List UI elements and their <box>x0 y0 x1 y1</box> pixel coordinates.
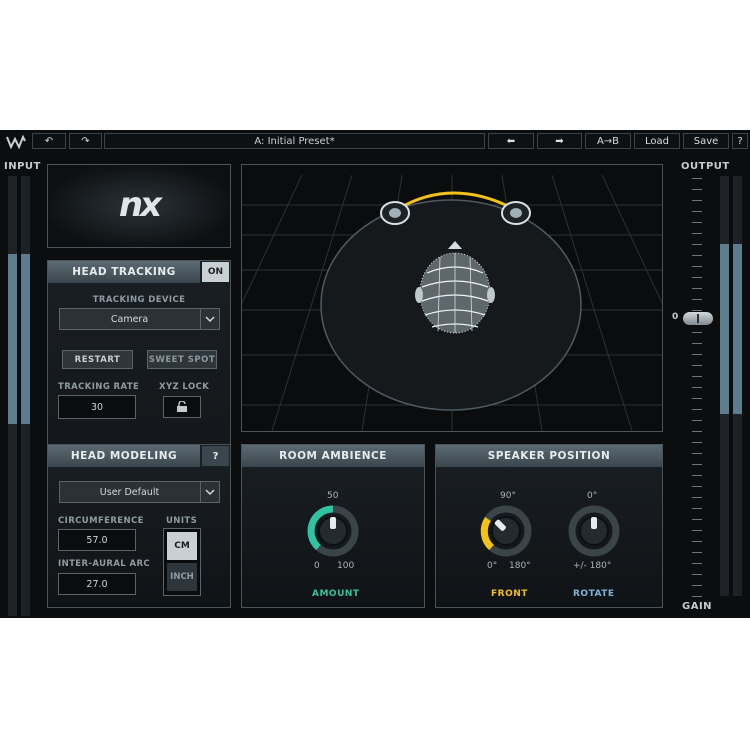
gain-value: 0 <box>672 312 679 322</box>
input-meter-right-fill <box>21 254 30 424</box>
circumference-field[interactable]: 57.0 <box>58 529 136 551</box>
front-top-label: 90° <box>500 491 516 501</box>
inter-aural-arc-label: INTER-AURAL ARC <box>58 559 151 569</box>
output-meter-right <box>733 176 742 596</box>
units-toggle: CM INCH <box>163 528 201 596</box>
chevron-down-icon <box>200 309 219 329</box>
ab-compare-button[interactable]: A→B <box>585 133 631 149</box>
output-meter-left-fill <box>720 244 729 414</box>
rotate-knob[interactable] <box>566 503 622 559</box>
ambience-max-label: 100 <box>337 561 355 571</box>
front-min-label: 0° <box>487 561 498 571</box>
input-meter-left-fill <box>8 254 17 424</box>
gain-label: GAIN <box>682 601 713 612</box>
redo-icon: ↷ <box>81 135 90 147</box>
units-label: UNITS <box>166 516 198 526</box>
chevron-down-icon <box>200 482 219 502</box>
head-modeling-title: HEAD MODELING <box>70 450 178 462</box>
rotate-top-label: 0° <box>587 491 598 501</box>
room-ambience-title: ROOM AMBIENCE <box>279 450 387 462</box>
input-meter-left <box>8 176 17 616</box>
unit-inch-button[interactable]: INCH <box>167 563 197 591</box>
save-button[interactable]: Save <box>683 133 729 149</box>
ambience-amount-caption: AMOUNT <box>312 589 360 599</box>
ambience-knob[interactable] <box>305 503 361 559</box>
help-button[interactable]: ? <box>732 133 748 149</box>
head-model-value: User Default <box>99 486 160 498</box>
head-tracking-title: HEAD TRACKING <box>72 266 176 278</box>
head-modeling-help-button[interactable]: ? <box>202 446 229 466</box>
head-model-dropdown[interactable]: User Default <box>59 481 220 503</box>
spatial-visualizer[interactable] <box>241 164 663 432</box>
circumference-label: CIRCUMFERENCE <box>58 516 144 526</box>
tracking-device-dropdown[interactable]: Camera <box>59 308 220 330</box>
prev-preset-button[interactable]: ⬅ <box>488 133 534 149</box>
ambience-top-label: 50 <box>327 491 339 501</box>
input-meter-right <box>21 176 30 616</box>
gain-slider-handle[interactable] <box>683 312 713 325</box>
xyz-lock-label: XYZ LOCK <box>159 382 210 392</box>
speaker-position-header: SPEAKER POSITION <box>436 445 662 467</box>
gain-scale <box>684 178 704 598</box>
head-modeling-header: HEAD MODELING <box>48 445 200 467</box>
redo-button[interactable]: ↷ <box>69 133 102 149</box>
preset-name-field[interactable]: A: Initial Preset* <box>104 133 485 149</box>
ambience-min-label: 0 <box>314 561 320 571</box>
head-tracking-toggle[interactable]: ON <box>202 262 229 282</box>
unit-cm-button[interactable]: CM <box>167 532 197 560</box>
restart-button[interactable]: RESTART <box>62 350 133 369</box>
nx-logo: nx <box>118 185 162 225</box>
xyz-lock-button[interactable] <box>163 396 201 418</box>
tracking-rate-label: TRACKING RATE <box>58 382 140 392</box>
tracking-device-label: TRACKING DEVICE <box>92 295 186 305</box>
room-ambience-header: ROOM AMBIENCE <box>242 445 424 467</box>
output-meter-left <box>720 176 729 596</box>
front-caption: FRONT <box>491 589 528 599</box>
front-knob[interactable] <box>478 503 534 559</box>
arrow-right-icon: ➡ <box>555 135 564 147</box>
load-button[interactable]: Load <box>634 133 680 149</box>
sweet-spot-button[interactable]: SWEET SPOT <box>147 350 217 369</box>
output-meter-right-fill <box>733 244 742 414</box>
nx-plugin-window: ↶ ↷ A: Initial Preset* ⬅ ➡ A→B Load Save… <box>0 130 750 618</box>
lock-icon <box>175 398 189 417</box>
speaker-left-icon <box>380 201 410 225</box>
rotate-range-label: +/- 180° <box>573 561 612 571</box>
speaker-right-icon <box>501 201 531 225</box>
undo-button[interactable]: ↶ <box>32 133 66 149</box>
rotate-caption: ROTATE <box>573 589 615 599</box>
inter-aural-arc-field[interactable]: 27.0 <box>58 573 136 595</box>
tracking-rate-field[interactable]: 30 <box>58 395 136 419</box>
speaker-position-panel: SPEAKER POSITION 90° 0° 180° FRONT 0° +/… <box>435 444 663 608</box>
head-modeling-panel: HEAD MODELING ? User Default CIRCUMFEREN… <box>47 444 231 608</box>
waves-logo-icon[interactable] <box>6 134 28 150</box>
undo-icon: ↶ <box>44 135 54 147</box>
speaker-position-title: SPEAKER POSITION <box>487 450 611 462</box>
input-label: INPUT <box>4 161 41 172</box>
arrow-left-icon: ⬅ <box>506 135 516 147</box>
room-ambience-panel: ROOM AMBIENCE 50 0 100 AMOUNT <box>241 444 425 608</box>
next-preset-button[interactable]: ➡ <box>537 133 582 149</box>
front-max-label: 180° <box>509 561 531 571</box>
tracking-device-value: Camera <box>110 313 149 325</box>
head-tracking-header: HEAD TRACKING <box>48 261 200 283</box>
output-label: OUTPUT <box>681 161 730 172</box>
nx-logo-panel: nx <box>47 164 231 248</box>
